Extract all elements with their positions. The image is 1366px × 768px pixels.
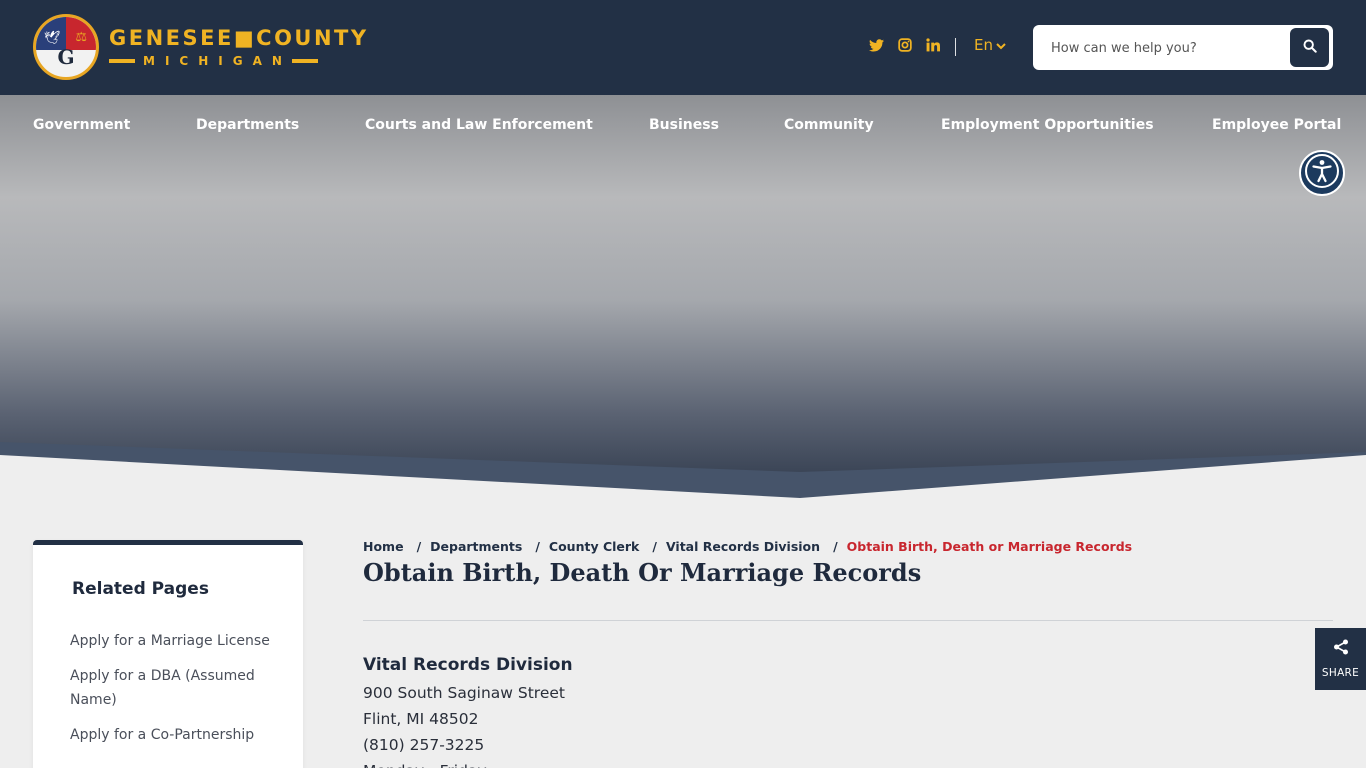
chevron-down-icon <box>996 36 1006 54</box>
language-label: En <box>974 36 993 54</box>
site-header: 🕊︎ ⚖︎ G GENESEE■COUNTY MICHIGAN En <box>0 0 1366 95</box>
related-link-co-partnership[interactable]: Apply for a Co-Partnership <box>70 723 270 747</box>
related-link-dba[interactable]: Apply for a DBA (Assumed Name) <box>70 664 270 712</box>
share-icon <box>1333 639 1349 659</box>
nav-item-departments[interactable]: Departments <box>196 117 299 133</box>
breadcrumb-vital-records[interactable]: Vital Records Division <box>666 539 820 554</box>
county-seal-icon: 🕊︎ ⚖︎ G <box>33 14 99 80</box>
breadcrumb: Home / Departments / County Clerk / Vita… <box>363 539 1133 554</box>
address-phone[interactable]: (810) 257-3225 <box>363 732 573 758</box>
share-button[interactable]: SHARE <box>1315 628 1366 690</box>
address-heading: Vital Records Division <box>363 655 573 675</box>
address-street: 900 South Saginaw Street <box>363 684 565 702</box>
linkedin-icon <box>924 36 942 54</box>
breadcrumb-home[interactable]: Home <box>363 539 404 554</box>
related-pages-title: Related Pages <box>72 579 209 599</box>
nav-item-employment[interactable]: Employment Opportunities <box>941 117 1154 133</box>
page-title: Obtain Birth, Death Or Marriage Records <box>363 558 922 587</box>
twitter-icon <box>867 36 885 54</box>
nav-item-business[interactable]: Business <box>649 117 719 133</box>
language-selector[interactable]: En <box>974 36 1006 54</box>
header-divider <box>955 38 956 56</box>
related-pages-panel: Related Pages Apply for a Marriage Licen… <box>33 540 303 768</box>
breadcrumb-current: Obtain Birth, Death or Marriage Records <box>846 539 1133 554</box>
accessibility-button[interactable] <box>1299 150 1345 196</box>
search-button[interactable] <box>1290 28 1329 67</box>
dove-icon: 🕊︎ <box>44 31 61 46</box>
address-hours: Monday - Friday <box>363 758 573 768</box>
search-box <box>1033 25 1333 70</box>
nav-item-community[interactable]: Community <box>784 117 874 133</box>
search-icon <box>1303 38 1317 57</box>
address-block: Vital Records Division 900 South Saginaw… <box>363 654 573 768</box>
address-city: Flint, MI 48502 <box>363 710 479 728</box>
brand-name: GENESEE■COUNTY <box>109 26 369 50</box>
site-logo[interactable]: 🕊︎ ⚖︎ G GENESEE■COUNTY MICHIGAN <box>33 14 369 80</box>
title-divider <box>363 620 1333 621</box>
scales-icon: ⚖︎ <box>75 30 87 45</box>
accessibility-icon <box>1304 153 1340 193</box>
instagram-icon <box>896 36 914 54</box>
nav-item-employee-portal[interactable]: Employee Portal <box>1212 117 1341 133</box>
nav-item-courts[interactable]: Courts and Law Enforcement <box>365 117 593 133</box>
brand-subtitle: MICHIGAN <box>109 54 369 68</box>
breadcrumb-county-clerk[interactable]: County Clerk <box>549 539 639 554</box>
twitter-link[interactable] <box>867 36 885 54</box>
linkedin-link[interactable] <box>924 36 942 54</box>
seal-letter: G <box>57 45 75 69</box>
share-label: SHARE <box>1321 667 1360 679</box>
instagram-link[interactable] <box>896 36 914 54</box>
hero-wave <box>0 442 1366 510</box>
main-nav: Government Departments Courts and Law En… <box>0 95 1366 159</box>
related-link-marriage-license[interactable]: Apply for a Marriage License <box>70 629 270 653</box>
nav-item-government[interactable]: Government <box>33 117 130 133</box>
search-input[interactable] <box>1051 37 1281 59</box>
breadcrumb-departments[interactable]: Departments <box>430 539 522 554</box>
